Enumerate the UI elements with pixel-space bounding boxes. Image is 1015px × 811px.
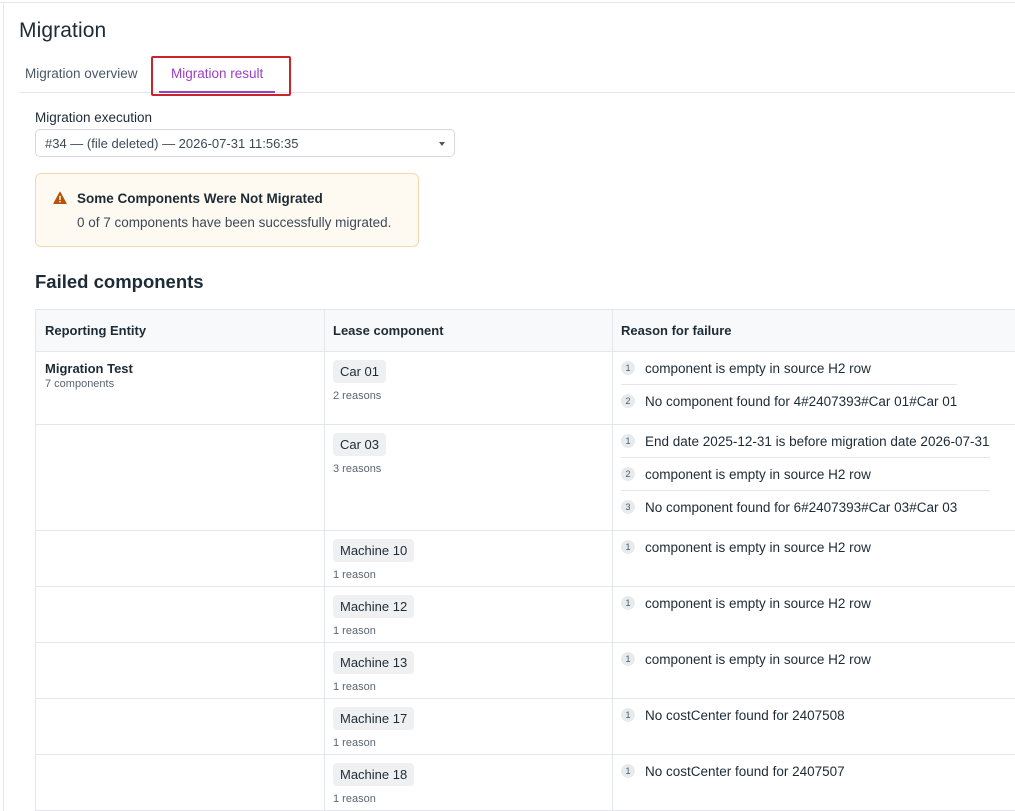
alert-title: Some Components Were Not Migrated xyxy=(77,191,323,206)
failed-components-title: Failed components xyxy=(35,271,204,292)
reasons-count: 1 reason xyxy=(333,793,376,805)
not-migrated-alert: Some Components Were Not Migrated 0 of 7… xyxy=(35,173,419,247)
reasons-count: 2 reasons xyxy=(333,390,382,402)
column-divider xyxy=(324,755,325,810)
table-row: Machine 13 1 reason 1 component is empty in… xyxy=(36,643,1015,699)
lease-component-chip: Car 01 xyxy=(333,360,387,383)
reasons-count: 1 reason xyxy=(333,737,376,749)
warning-icon xyxy=(53,191,67,204)
page-left-border xyxy=(3,2,4,811)
column-divider xyxy=(612,531,613,586)
page-title: Migration xyxy=(19,19,107,42)
reason-separator xyxy=(621,490,990,491)
reason-number-badge: 2 xyxy=(621,467,635,481)
reason-text: End date 2025-12-31 is before migration … xyxy=(645,434,990,449)
reason-number-badge: 1 xyxy=(621,434,635,448)
column-divider xyxy=(612,587,613,642)
reason-number-badge: 1 xyxy=(621,708,635,722)
reason-text: No component found for 6#2407393#Car 03#… xyxy=(645,500,958,515)
tab-migration-result-label: Migration result xyxy=(171,66,264,81)
reason-text: No costCenter found for 2407508 xyxy=(645,708,845,723)
chevron-down-icon xyxy=(439,142,445,146)
column-header-lease-component[interactable]: Lease component xyxy=(324,310,444,352)
table-body: Migration Test 7 components Car 01 2 reason… xyxy=(36,352,1015,811)
column-divider xyxy=(324,531,325,586)
reasons-count: 1 reason xyxy=(333,681,376,693)
reason-number-badge: 1 xyxy=(621,764,635,778)
active-tab-indicator xyxy=(159,91,276,93)
reason-text: component is empty in source H2 row xyxy=(645,652,871,667)
column-divider xyxy=(324,587,325,642)
reason-text: component is empty in source H2 row xyxy=(645,361,871,376)
reporting-entity-count: 7 components xyxy=(45,378,115,390)
tab-migration-overview[interactable]: Migration overview xyxy=(25,58,138,93)
migration-execution-value: #34 — (file deleted) — 2026-07-31 11:56:… xyxy=(45,136,299,151)
reason-number-badge: 2 xyxy=(621,394,635,408)
failed-components-table: Reporting Entity Lease component Reason … xyxy=(35,309,1015,811)
column-divider xyxy=(324,643,325,698)
lease-component-chip: Machine 13 xyxy=(333,651,415,674)
reason-number-badge: 1 xyxy=(621,652,635,666)
column-divider xyxy=(612,352,613,424)
lease-component-chip: Machine 10 xyxy=(333,539,415,562)
reporting-entity-name: Migration Test xyxy=(45,361,133,376)
table-row: Machine 18 1 reason 1 No costCenter found f… xyxy=(36,755,1015,811)
reason-text: No costCenter found for 2407507 xyxy=(645,764,845,779)
lease-component-chip: Machine 12 xyxy=(333,595,415,618)
table-row: Car 03 3 reasons 1 End date 2025-12-31 is b… xyxy=(36,425,1015,531)
column-divider xyxy=(324,699,325,754)
column-divider xyxy=(612,643,613,698)
migration-execution-select[interactable]: #34 — (file deleted) — 2026-07-31 11:56:… xyxy=(35,129,455,157)
column-divider xyxy=(324,425,325,530)
reason-text: component is empty in source H2 row xyxy=(645,596,871,611)
reasons-count: 3 reasons xyxy=(333,463,382,475)
column-header-reason-for-failure[interactable]: Reason for failure xyxy=(612,310,732,352)
table-row: Machine 17 1 reason 1 No costCenter found f… xyxy=(36,699,1015,755)
alert-message: 0 of 7 components have been successfully… xyxy=(77,215,392,230)
failure-reason: 1 component is empty in source H2 row xyxy=(621,352,1015,385)
tab-bar: Migration overview Migration result xyxy=(19,58,1015,93)
page-top-border xyxy=(0,2,1015,3)
table-header: Reporting Entity Lease component Reason … xyxy=(36,310,1015,352)
tab-migration-result[interactable]: Migration result xyxy=(159,58,276,93)
table-row: Machine 10 1 reason 1 component is empty in… xyxy=(36,531,1015,587)
table-row: Machine 12 1 reason 1 component is empty in… xyxy=(36,587,1015,643)
lease-component-chip: Machine 18 xyxy=(333,763,415,786)
reasons-count: 1 reason xyxy=(333,569,376,581)
column-divider xyxy=(324,352,325,424)
reason-number-badge: 1 xyxy=(621,540,635,554)
table-row: Migration Test 7 components Car 01 2 reason… xyxy=(36,352,1015,425)
reasons-count: 1 reason xyxy=(333,625,376,637)
failure-reason: 1 End date 2025-12-31 is before migration… xyxy=(621,425,1015,458)
reason-text: component is empty in source H2 row xyxy=(645,467,871,482)
reason-number-badge: 3 xyxy=(621,500,635,514)
reason-number-badge: 1 xyxy=(621,596,635,610)
reason-text: component is empty in source H2 row xyxy=(645,540,871,555)
lease-component-chip: Car 03 xyxy=(333,433,387,456)
migration-execution-label: Migration execution xyxy=(35,110,153,125)
failure-reason: 2 component is empty in source H2 row xyxy=(621,458,1015,491)
reason-text: No component found for 4#2407393#Car 01#… xyxy=(645,394,958,409)
reason-number-badge: 1 xyxy=(621,361,635,375)
column-divider xyxy=(612,755,613,810)
column-header-reporting-entity[interactable]: Reporting Entity xyxy=(36,310,146,352)
column-divider xyxy=(612,425,613,530)
reason-separator xyxy=(621,384,957,385)
column-divider xyxy=(612,699,613,754)
lease-component-chip: Machine 17 xyxy=(333,707,415,730)
